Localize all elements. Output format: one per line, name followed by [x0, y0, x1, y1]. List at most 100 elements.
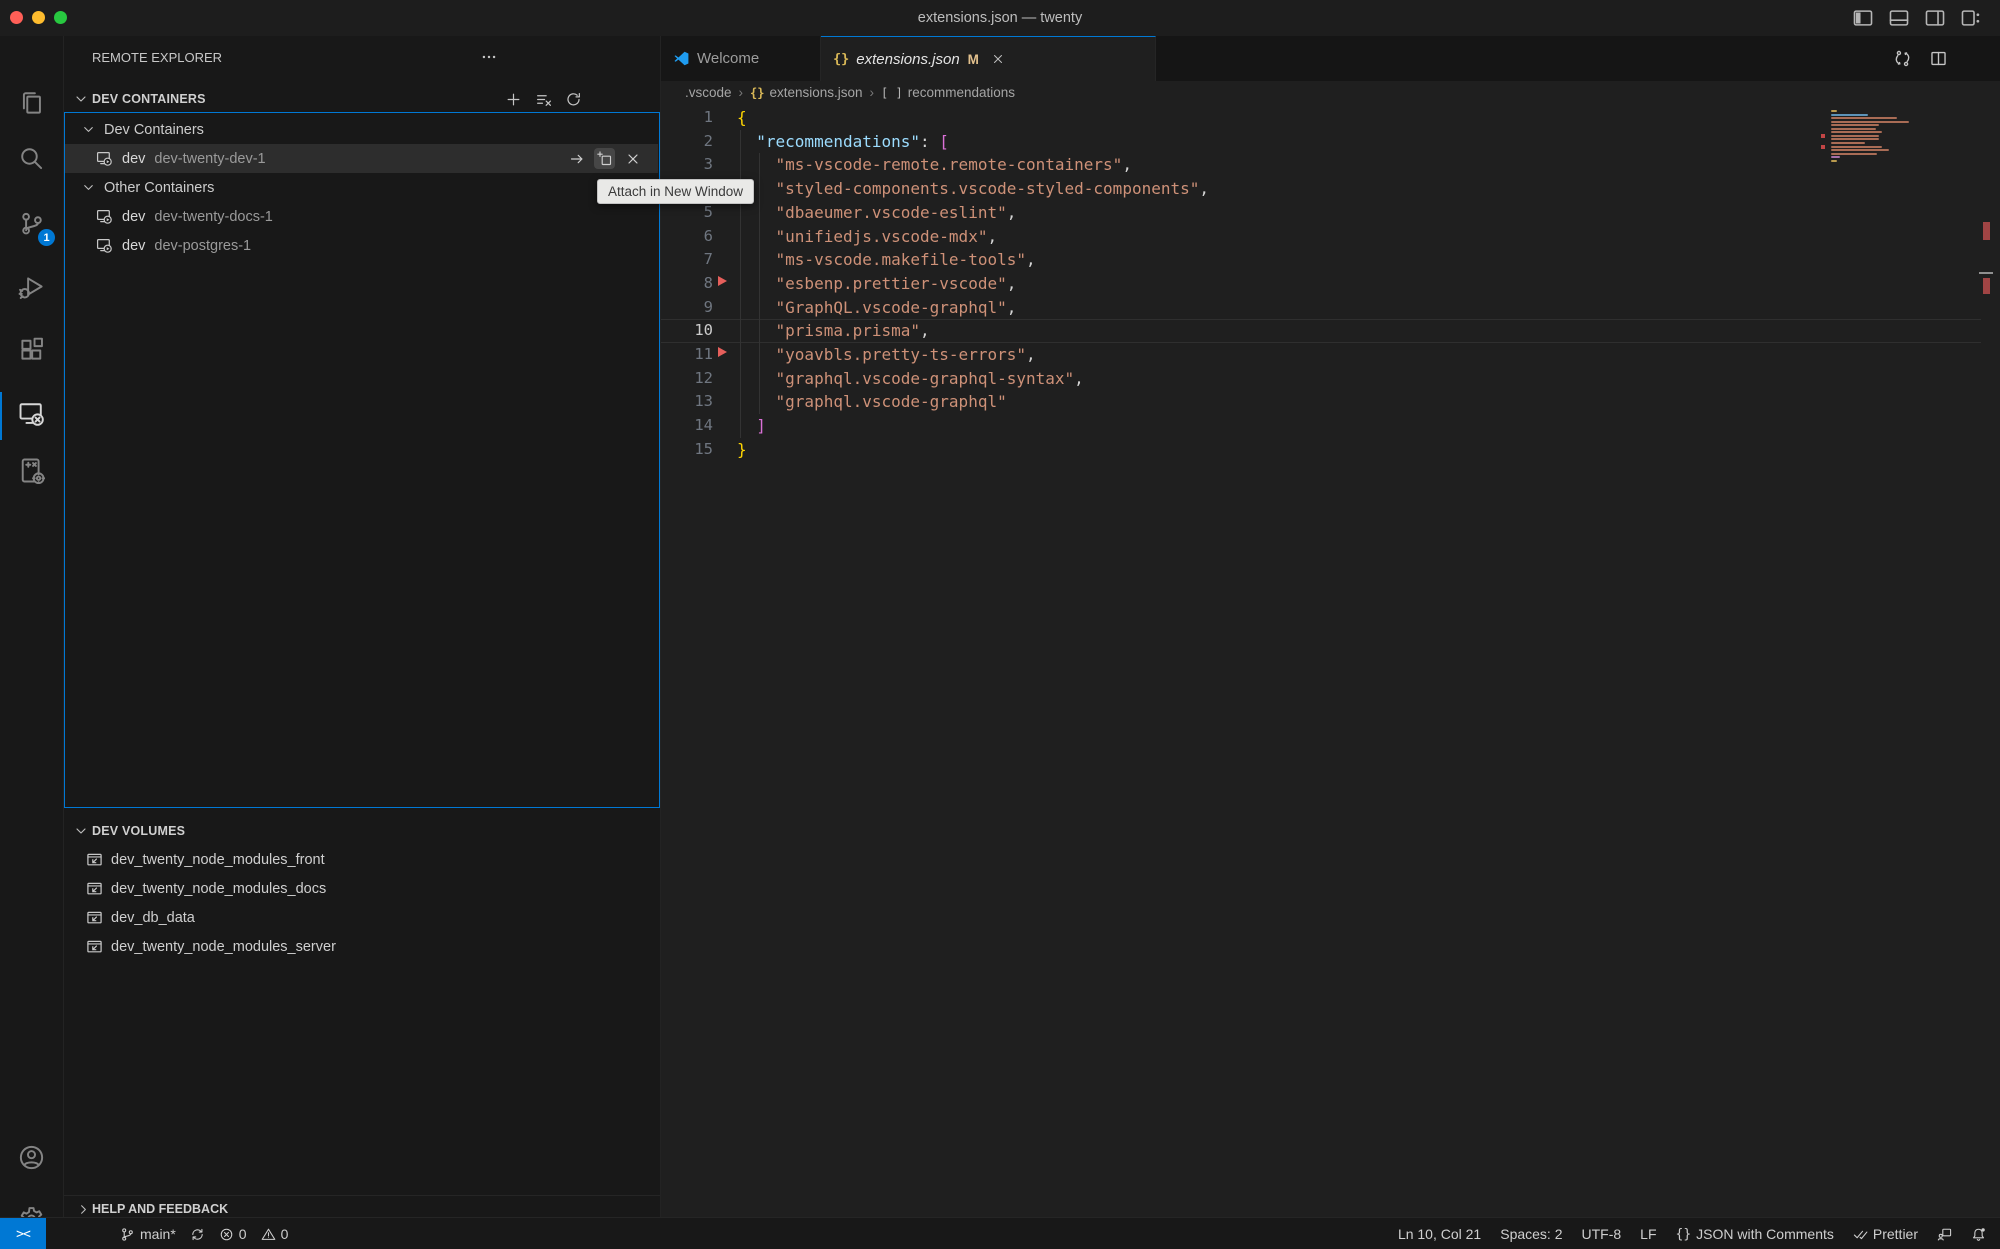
minimap-line	[1831, 149, 1889, 151]
activity-item-accounts[interactable]	[0, 1136, 63, 1184]
customize-layout-icon[interactable]	[1960, 7, 1982, 29]
section-header-dev-volumes[interactable]: DEV VOLUMES	[64, 818, 660, 844]
breadcrumb-item-extensions-json[interactable]: {}extensions.json	[750, 85, 863, 100]
close-tab-icon[interactable]	[989, 50, 1007, 68]
tab-bar: Welcome{}extensions.jsonM	[661, 36, 2000, 81]
status-item-spaces-2[interactable]: Spaces: 2	[1500, 1226, 1562, 1242]
status-item-ln-10-col-21[interactable]: Ln 10, Col 21	[1398, 1226, 1481, 1242]
close-window-button[interactable]	[10, 11, 23, 24]
code-line: "styled-components.vscode-styled-compone…	[737, 177, 1209, 201]
minimap-line	[1831, 131, 1882, 133]
minimap-line	[1831, 156, 1840, 158]
explorer-icon	[18, 89, 45, 121]
overview-ruler-mark	[1983, 278, 1990, 294]
status-item-0[interactable]: 0	[219, 1226, 247, 1242]
json-braces-icon: {}	[1676, 1227, 1692, 1242]
status-item-lf[interactable]: LF	[1640, 1226, 1656, 1242]
status-item-0[interactable]: 0	[261, 1226, 289, 1242]
tree-group-label: Other Containers	[104, 180, 214, 196]
titlebar-layout-controls	[1852, 7, 1982, 29]
line-number: 8	[661, 272, 713, 296]
minimize-window-button[interactable]	[32, 11, 45, 24]
editor-group: Welcome{}extensions.jsonM .vscode › {}exte…	[661, 36, 2000, 1217]
refresh-icon[interactable]	[565, 91, 582, 108]
status-item-json-with-comments[interactable]: {}JSON with Comments	[1676, 1226, 1834, 1242]
volume-row-dev-db-data[interactable]: dev_db_data	[65, 903, 658, 932]
container-icon	[96, 208, 113, 225]
toggle-panel-icon[interactable]	[1888, 7, 1910, 29]
sidebar-more-actions-icon[interactable]	[478, 46, 500, 68]
status-item-sync[interactable]	[190, 1227, 205, 1242]
chevron-down-icon	[73, 823, 89, 839]
volume-row-dev-twenty-node-modules-front[interactable]: dev_twenty_node_modules_front	[65, 845, 658, 874]
more-actions-icon[interactable]	[1964, 49, 1984, 69]
array-brackets-icon: [ ]	[881, 86, 903, 100]
activity-item-explorer[interactable]	[0, 81, 63, 129]
container-row-dev-twenty-dev-1[interactable]: devdev-twenty-dev-1	[65, 144, 658, 173]
volume-row-dev-twenty-node-modules-server[interactable]: dev_twenty_node_modules_server	[65, 932, 658, 961]
container-row-dev-twenty-docs-1[interactable]: devdev-twenty-docs-1	[65, 202, 658, 231]
zoom-window-button[interactable]	[54, 11, 67, 24]
status-item-prettier[interactable]: Prettier	[1853, 1226, 1918, 1242]
open-changes-icon[interactable]	[1892, 49, 1912, 69]
run-and-debug-icon	[18, 273, 45, 305]
code-line: "prisma.prisma",	[737, 319, 930, 343]
status-item-main[interactable]: main*	[120, 1226, 176, 1242]
accounts-icon	[18, 1144, 45, 1176]
bell-dot-icon	[1971, 1227, 1986, 1242]
minimap-line	[1831, 124, 1879, 126]
status-item-bell-dot[interactable]	[1971, 1227, 1986, 1242]
overview-ruler[interactable]	[1979, 104, 2000, 1217]
warning-icon	[261, 1227, 276, 1242]
line-number: 2	[661, 130, 713, 154]
new-window-icon[interactable]	[594, 148, 615, 169]
minimap-line	[1831, 146, 1882, 148]
overview-ruler-mark	[1983, 222, 1990, 240]
minimap-line	[1831, 117, 1897, 119]
volume-icon	[86, 880, 103, 897]
activity-item-search[interactable]	[0, 137, 63, 185]
sync-icon	[190, 1227, 205, 1242]
section-header-dev-containers[interactable]: DEV CONTAINERS	[64, 86, 660, 112]
tree-group-other-containers[interactable]: Other Containers	[65, 173, 658, 202]
section-actions	[505, 91, 582, 108]
editor-actions	[1892, 36, 1984, 81]
vscode-logo-icon	[673, 50, 690, 67]
remote-indicator[interactable]: ><	[0, 1218, 46, 1249]
activity-item-remote-explorer[interactable]	[0, 392, 63, 440]
toggle-secondary-sidebar-icon[interactable]	[1924, 7, 1946, 29]
activity-item-extensions[interactable]	[0, 328, 63, 376]
line-number: 10	[661, 319, 713, 343]
status-label: Ln 10, Col 21	[1398, 1226, 1481, 1242]
volume-name: dev_twenty_node_modules_front	[111, 852, 325, 868]
tab-extensions-json[interactable]: {}extensions.jsonM	[821, 36, 1156, 81]
clear-list-icon[interactable]	[535, 91, 552, 108]
arrow-right-icon[interactable]	[566, 148, 587, 169]
activity-item-run-and-debug[interactable]	[0, 265, 63, 313]
toggle-primary-sidebar-icon[interactable]	[1852, 7, 1874, 29]
activity-item-source-control[interactable]: 1	[0, 202, 63, 250]
breadcrumb-item-vscode[interactable]: .vscode	[685, 85, 732, 100]
code-line: "graphql.vscode-graphql-syntax",	[737, 367, 1084, 391]
section-label: DEV VOLUMES	[92, 824, 185, 838]
minimap-line	[1831, 135, 1879, 137]
volume-icon	[86, 909, 103, 926]
close-icon[interactable]	[622, 148, 643, 169]
tab-welcome[interactable]: Welcome	[661, 36, 821, 81]
section-label: HELP AND FEEDBACK	[92, 1202, 228, 1216]
minimap-line	[1831, 153, 1877, 155]
plus-icon[interactable]	[505, 91, 522, 108]
status-item-feedback[interactable]	[1937, 1227, 1952, 1242]
breadcrumb-item-recommendations[interactable]: [ ]recommendations	[881, 85, 1015, 100]
remote-explorer-icon	[18, 400, 45, 432]
tree-group-dev-containers[interactable]: Dev Containers	[65, 115, 658, 144]
container-row-dev-postgres-1[interactable]: devdev-postgres-1	[65, 231, 658, 260]
breadcrumb-separator: ›	[870, 85, 875, 100]
status-item-utf-8[interactable]: UTF-8	[1582, 1226, 1622, 1242]
volume-row-dev-twenty-node-modules-docs[interactable]: dev_twenty_node_modules_docs	[65, 874, 658, 903]
split-editor-icon[interactable]	[1928, 49, 1948, 69]
minimap[interactable]	[1821, 110, 1981, 180]
activity-item-containers[interactable]	[0, 449, 63, 497]
check-double-icon	[1853, 1227, 1868, 1242]
code-editor-surface[interactable]: 1{2 "recommendations": [3 "ms-vscode-rem…	[661, 104, 2000, 1217]
